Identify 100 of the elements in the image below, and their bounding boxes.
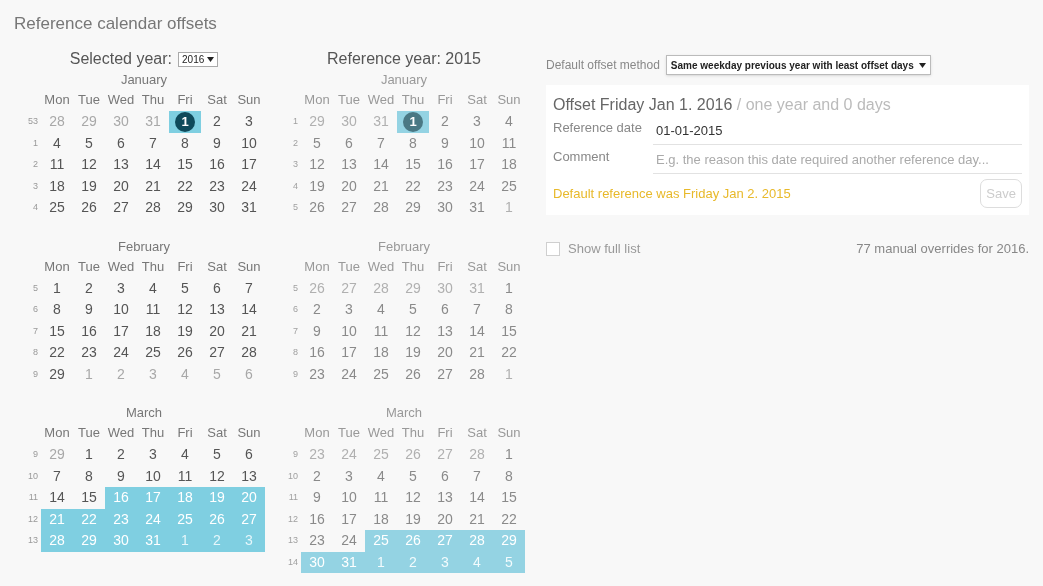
- day-cell[interactable]: 8: [493, 465, 525, 487]
- day-cell[interactable]: 20: [233, 487, 265, 509]
- day-cell[interactable]: 19: [397, 508, 429, 530]
- day-cell[interactable]: 31: [461, 277, 493, 299]
- day-cell[interactable]: 11: [41, 154, 73, 176]
- day-cell[interactable]: 16: [73, 320, 105, 342]
- day-cell[interactable]: 21: [461, 508, 493, 530]
- day-cell[interactable]: 2: [201, 111, 233, 133]
- day-cell[interactable]: 25: [169, 508, 201, 530]
- day-cell[interactable]: 24: [233, 175, 265, 197]
- day-cell[interactable]: 7: [461, 465, 493, 487]
- day-cell[interactable]: 16: [429, 154, 461, 176]
- day-cell[interactable]: 8: [493, 299, 525, 321]
- day-cell[interactable]: 16: [105, 487, 137, 509]
- day-cell[interactable]: 23: [429, 175, 461, 197]
- day-cell[interactable]: 20: [333, 175, 365, 197]
- day-cell[interactable]: 3: [137, 444, 169, 466]
- day-cell[interactable]: 31: [233, 197, 265, 219]
- day-cell[interactable]: 29: [73, 111, 105, 133]
- day-cell[interactable]: 21: [137, 175, 169, 197]
- day-cell[interactable]: 15: [169, 154, 201, 176]
- day-cell[interactable]: 1: [493, 444, 525, 466]
- day-cell[interactable]: 7: [137, 132, 169, 154]
- day-cell[interactable]: 31: [137, 530, 169, 552]
- day-cell[interactable]: 8: [397, 132, 429, 154]
- day-cell[interactable]: 5: [301, 132, 333, 154]
- day-cell[interactable]: 12: [397, 487, 429, 509]
- day-cell[interactable]: 28: [365, 197, 397, 219]
- day-cell[interactable]: 19: [73, 175, 105, 197]
- show-full-list-checkbox[interactable]: [546, 241, 560, 256]
- day-cell[interactable]: 2: [301, 465, 333, 487]
- day-cell[interactable]: 29: [397, 277, 429, 299]
- day-cell[interactable]: 15: [73, 487, 105, 509]
- day-cell[interactable]: 1: [493, 197, 525, 219]
- day-cell[interactable]: 3: [333, 299, 365, 321]
- day-cell[interactable]: 18: [137, 320, 169, 342]
- day-cell[interactable]: 3: [461, 111, 493, 133]
- day-cell[interactable]: 17: [333, 508, 365, 530]
- day-cell[interactable]: 28: [461, 363, 493, 385]
- day-cell[interactable]: 22: [397, 175, 429, 197]
- day-cell[interactable]: 31: [137, 111, 169, 133]
- day-cell[interactable]: 18: [493, 154, 525, 176]
- day-cell[interactable]: 17: [461, 154, 493, 176]
- day-cell[interactable]: 7: [233, 277, 265, 299]
- day-cell[interactable]: 1: [73, 444, 105, 466]
- day-cell[interactable]: 10: [461, 132, 493, 154]
- day-cell[interactable]: 26: [169, 342, 201, 364]
- day-cell[interactable]: 14: [233, 299, 265, 321]
- day-cell[interactable]: 23: [301, 363, 333, 385]
- day-cell[interactable]: 28: [461, 444, 493, 466]
- reference-date-field[interactable]: 01-01-2015: [653, 117, 1022, 145]
- day-cell[interactable]: 29: [301, 111, 333, 133]
- day-cell[interactable]: 9: [301, 487, 333, 509]
- day-cell[interactable]: 22: [73, 508, 105, 530]
- day-cell[interactable]: 23: [201, 175, 233, 197]
- day-cell[interactable]: 10: [137, 465, 169, 487]
- day-cell[interactable]: 30: [105, 111, 137, 133]
- day-cell[interactable]: 12: [301, 154, 333, 176]
- day-cell[interactable]: 15: [493, 320, 525, 342]
- day-cell[interactable]: 25: [365, 363, 397, 385]
- day-cell[interactable]: 20: [201, 320, 233, 342]
- day-cell[interactable]: 13: [333, 154, 365, 176]
- day-cell[interactable]: 1: [73, 363, 105, 385]
- day-cell[interactable]: 23: [73, 342, 105, 364]
- day-cell[interactable]: 19: [169, 320, 201, 342]
- day-cell[interactable]: 14: [461, 487, 493, 509]
- day-cell[interactable]: 18: [365, 342, 397, 364]
- day-cell[interactable]: 12: [73, 154, 105, 176]
- day-cell[interactable]: 16: [301, 342, 333, 364]
- day-cell[interactable]: 23: [105, 508, 137, 530]
- day-cell[interactable]: 30: [201, 197, 233, 219]
- day-cell[interactable]: 25: [365, 444, 397, 466]
- day-cell[interactable]: 29: [41, 444, 73, 466]
- day-cell[interactable]: 18: [41, 175, 73, 197]
- day-cell[interactable]: 13: [201, 299, 233, 321]
- day-cell[interactable]: 15: [493, 487, 525, 509]
- day-cell[interactable]: 6: [233, 444, 265, 466]
- day-cell[interactable]: 4: [365, 299, 397, 321]
- day-cell[interactable]: 29: [41, 363, 73, 385]
- day-cell[interactable]: 18: [365, 508, 397, 530]
- day-cell[interactable]: 20: [105, 175, 137, 197]
- day-cell[interactable]: 8: [41, 299, 73, 321]
- day-cell[interactable]: 27: [333, 197, 365, 219]
- day-cell[interactable]: 31: [461, 197, 493, 219]
- day-cell[interactable]: 9: [301, 320, 333, 342]
- day-cell[interactable]: 11: [365, 320, 397, 342]
- day-cell[interactable]: 28: [233, 342, 265, 364]
- day-cell[interactable]: 10: [105, 299, 137, 321]
- day-cell[interactable]: 9: [429, 132, 461, 154]
- day-cell[interactable]: 8: [169, 132, 201, 154]
- day-cell[interactable]: 10: [333, 487, 365, 509]
- day-cell[interactable]: 24: [461, 175, 493, 197]
- day-cell[interactable]: 19: [301, 175, 333, 197]
- day-cell[interactable]: 4: [137, 277, 169, 299]
- day-cell[interactable]: 29: [169, 197, 201, 219]
- day-cell[interactable]: 28: [41, 530, 73, 552]
- day-cell[interactable]: 31: [365, 111, 397, 133]
- day-cell[interactable]: 25: [137, 342, 169, 364]
- day-cell[interactable]: 7: [41, 465, 73, 487]
- day-cell[interactable]: 27: [201, 342, 233, 364]
